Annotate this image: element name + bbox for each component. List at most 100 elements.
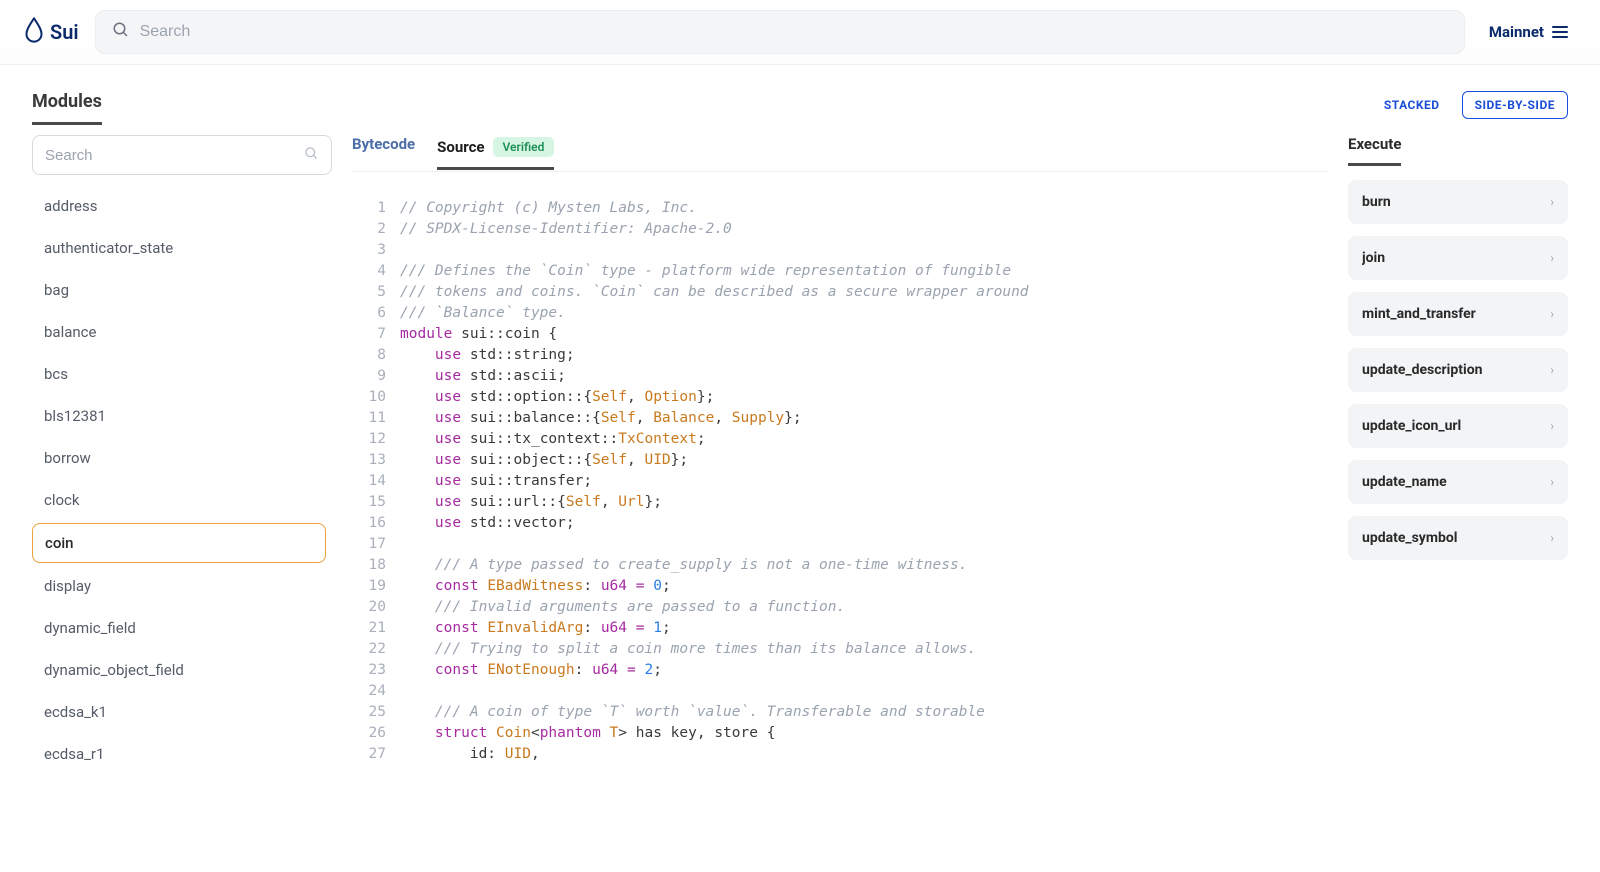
code-content: const EInvalidArg: u64 = 1;: [400, 618, 1328, 639]
modules-search[interactable]: [32, 135, 332, 175]
line-number: 6: [352, 303, 400, 324]
code-content: use sui::tx_context::TxContext;: [400, 429, 1328, 450]
module-item-bls12381[interactable]: bls12381: [32, 397, 326, 435]
line-number: 13: [352, 450, 400, 471]
module-item-ecdsa_k1[interactable]: ecdsa_k1: [32, 693, 326, 731]
execute-item-burn[interactable]: burn›: [1348, 180, 1568, 224]
chevron-right-icon: ›: [1550, 195, 1554, 209]
code-content: const ENotEnough: u64 = 2;: [400, 660, 1328, 681]
code-line: 21 const EInvalidArg: u64 = 1;: [352, 618, 1328, 639]
brand-name: Sui: [50, 20, 79, 44]
code-content: /// A type passed to create_supply is no…: [400, 555, 1328, 576]
code-line: 2// SPDX-License-Identifier: Apache-2.0: [352, 219, 1328, 240]
line-number: 7: [352, 324, 400, 345]
code-content: id: UID,: [400, 744, 1328, 765]
execute-item-mint_and_transfer[interactable]: mint_and_transfer›: [1348, 292, 1568, 336]
code-content: module sui::coin {: [400, 324, 1328, 345]
code-line: 12 use sui::tx_context::TxContext;: [352, 429, 1328, 450]
global-search[interactable]: [95, 10, 1465, 54]
line-number: 2: [352, 219, 400, 240]
verified-badge: Verified: [493, 137, 555, 157]
code-content: struct Coin<phantom T> has key, store {: [400, 723, 1328, 744]
line-number: 26: [352, 723, 400, 744]
global-search-input[interactable]: [140, 23, 1448, 41]
execute-item-update_description[interactable]: update_description›: [1348, 348, 1568, 392]
code-line: 14 use sui::transfer;: [352, 471, 1328, 492]
section-header: Modules STACKED SIDE-BY-SIDE: [0, 65, 1600, 125]
chevron-right-icon: ›: [1550, 475, 1554, 489]
modules-search-input[interactable]: [45, 147, 296, 164]
code-content: use sui::balance::{Self, Balance, Supply…: [400, 408, 1328, 429]
code-line: 27 id: UID,: [352, 744, 1328, 765]
code-content: /// A coin of type `T` worth `value`. Tr…: [400, 702, 1328, 723]
module-item-dynamic_field[interactable]: dynamic_field: [32, 609, 326, 647]
execute-item-label: join: [1362, 250, 1385, 266]
code-content: use std::vector;: [400, 513, 1328, 534]
line-number: 24: [352, 681, 400, 702]
line-number: 21: [352, 618, 400, 639]
module-item-ecdsa_r1[interactable]: ecdsa_r1: [32, 735, 326, 773]
execute-title: Execute: [1348, 135, 1401, 166]
module-item-dynamic_object_field[interactable]: dynamic_object_field: [32, 651, 326, 689]
module-item-bcs[interactable]: bcs: [32, 355, 326, 393]
code-line: 24: [352, 681, 1328, 702]
tab-bytecode[interactable]: Bytecode: [352, 135, 415, 163]
code-line: 5/// tokens and coins. `Coin` can be des…: [352, 282, 1328, 303]
code-line: 11 use sui::balance::{Self, Balance, Sup…: [352, 408, 1328, 429]
network-label: Mainnet: [1489, 23, 1544, 41]
code-line: 23 const ENotEnough: u64 = 2;: [352, 660, 1328, 681]
network-selector[interactable]: Mainnet: [1481, 23, 1576, 41]
code-content: [400, 534, 1328, 555]
code-tabs: Bytecode Source Verified: [352, 135, 1328, 172]
execute-item-update_symbol[interactable]: update_symbol›: [1348, 516, 1568, 560]
line-number: 4: [352, 261, 400, 282]
code-content: use std::string;: [400, 345, 1328, 366]
line-number: 18: [352, 555, 400, 576]
code-content: const EBadWitness: u64 = 0;: [400, 576, 1328, 597]
line-number: 3: [352, 240, 400, 261]
line-number: 14: [352, 471, 400, 492]
tab-source[interactable]: Source Verified: [437, 137, 554, 170]
modules-sidebar: address authenticator_statebag balance bcs b…: [32, 135, 332, 867]
execute-item-label: update_description: [1362, 362, 1482, 378]
execute-item-label: update_icon_url: [1362, 418, 1461, 434]
module-item-bag[interactable]: bag: [32, 271, 326, 309]
code-line: 6/// `Balance` type.: [352, 303, 1328, 324]
module-item-authenticator_state[interactable]: authenticator_state: [32, 229, 326, 267]
line-number: 10: [352, 387, 400, 408]
code-line: 9 use std::ascii;: [352, 366, 1328, 387]
code-content: use sui::url::{Self, Url};: [400, 492, 1328, 513]
line-number: 12: [352, 429, 400, 450]
module-item-coin[interactable]: coin: [32, 523, 326, 563]
code-line: 17: [352, 534, 1328, 555]
code-line: 22 /// Trying to split a coin more times…: [352, 639, 1328, 660]
brand-logo[interactable]: Sui: [24, 17, 79, 48]
module-item-clock[interactable]: clock: [32, 481, 326, 519]
code-line: 16 use std::vector;: [352, 513, 1328, 534]
line-number: 16: [352, 513, 400, 534]
module-item-address[interactable]: address: [32, 187, 326, 225]
view-side-by-side-button[interactable]: SIDE-BY-SIDE: [1462, 91, 1568, 119]
code-line: 19 const EBadWitness: u64 = 0;: [352, 576, 1328, 597]
code-viewer[interactable]: 1// Copyright (c) Mysten Labs, Inc.2// S…: [352, 182, 1328, 867]
line-number: 20: [352, 597, 400, 618]
execute-item-join[interactable]: join ›: [1348, 236, 1568, 280]
module-item-display[interactable]: display: [32, 567, 326, 605]
module-item-borrow[interactable]: borrow: [32, 439, 326, 477]
execute-item-update_icon_url[interactable]: update_icon_url›: [1348, 404, 1568, 448]
view-toggle: STACKED SIDE-BY-SIDE: [1372, 91, 1568, 119]
modules-list[interactable]: address authenticator_statebag balance bcs b…: [32, 187, 332, 863]
code-content: [400, 681, 1328, 702]
code-line: 7module sui::coin {: [352, 324, 1328, 345]
execute-item-label: update_name: [1362, 474, 1447, 490]
execute-panel: Execute burn› join › mint_and_transfer›upda…: [1348, 135, 1568, 867]
execute-item-update_name[interactable]: update_name ›: [1348, 460, 1568, 504]
line-number: 27: [352, 744, 400, 765]
module-item-balance[interactable]: balance: [32, 313, 326, 351]
view-stacked-button[interactable]: STACKED: [1372, 92, 1452, 118]
chevron-right-icon: ›: [1550, 251, 1554, 265]
modules-section-title: Modules: [32, 91, 102, 125]
line-number: 9: [352, 366, 400, 387]
code-line: 8 use std::string;: [352, 345, 1328, 366]
code-line: 20 /// Invalid arguments are passed to a…: [352, 597, 1328, 618]
